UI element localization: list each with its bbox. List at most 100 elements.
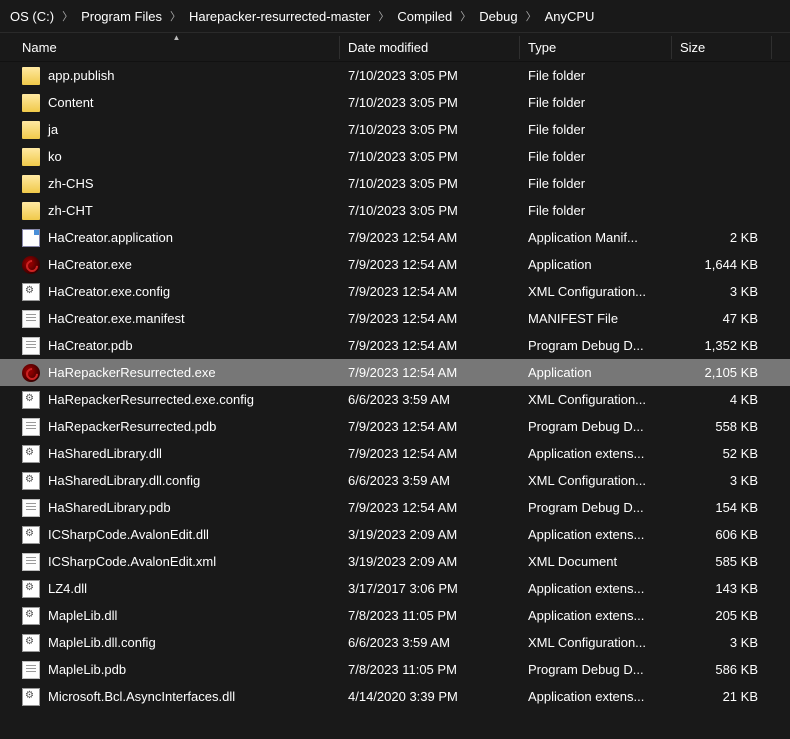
file-type-cell: Application xyxy=(520,365,672,380)
file-row[interactable]: ko7/10/2023 3:05 PMFile folder xyxy=(0,143,790,170)
file-date-cell: 3/17/2017 3:06 PM xyxy=(340,581,520,596)
file-size-cell: 1,644 KB xyxy=(672,257,772,272)
config-icon xyxy=(22,634,40,652)
file-type-cell: Application extens... xyxy=(520,581,672,596)
file-type-cell: File folder xyxy=(520,68,672,83)
file-row[interactable]: HaCreator.exe.manifest7/9/2023 12:54 AMM… xyxy=(0,305,790,332)
breadcrumb[interactable]: OS (C:)〉Program Files〉Harepacker-resurre… xyxy=(0,0,790,32)
config-icon xyxy=(22,580,40,598)
breadcrumb-segment[interactable]: Compiled xyxy=(391,7,458,26)
breadcrumb-segment[interactable]: Program Files xyxy=(75,7,168,26)
file-row[interactable]: zh-CHT7/10/2023 3:05 PMFile folder xyxy=(0,197,790,224)
folder-icon xyxy=(22,175,40,193)
file-row[interactable]: HaRepackerResurrected.exe.config6/6/2023… xyxy=(0,386,790,413)
file-icon xyxy=(22,418,40,436)
file-date-cell: 7/9/2023 12:54 AM xyxy=(340,365,520,380)
file-date-cell: 6/6/2023 3:59 AM xyxy=(340,392,520,407)
file-row[interactable]: HaRepackerResurrected.pdb7/9/2023 12:54 … xyxy=(0,413,790,440)
column-header-date[interactable]: Date modified xyxy=(340,36,520,59)
file-type-cell: Program Debug D... xyxy=(520,500,672,515)
file-name-cell: HaSharedLibrary.dll.config xyxy=(14,472,340,490)
file-row[interactable]: LZ4.dll 3/17/2017 3:06 PMApplication exte… xyxy=(0,575,790,602)
column-header-type[interactable]: Type xyxy=(520,36,672,59)
file-name-label: LZ4.dll xyxy=(48,581,87,596)
exe-red-icon xyxy=(22,364,40,382)
file-type-cell: File folder xyxy=(520,176,672,191)
file-row[interactable]: HaSharedLibrary.dll.config6/6/2023 3:59 … xyxy=(0,467,790,494)
file-row[interactable]: HaSharedLibrary.pdb 7/9/2023 12:54 AMProg… xyxy=(0,494,790,521)
file-row[interactable]: HaCreator.application7/9/2023 12:54 AMAp… xyxy=(0,224,790,251)
column-header-row: Name ▲ Date modified Type Size xyxy=(0,32,790,62)
file-icon xyxy=(22,661,40,679)
file-type-cell: Program Debug D... xyxy=(520,338,672,353)
file-row[interactable]: ICSharpCode.AvalonEdit.dll 3/19/2023 2:09… xyxy=(0,521,790,548)
breadcrumb-segment[interactable]: Harepacker-resurrected-master xyxy=(183,7,376,26)
file-size-cell: 52 KB xyxy=(672,446,772,461)
file-size-cell: 3 KB xyxy=(672,284,772,299)
file-date-cell: 7/9/2023 12:54 AM xyxy=(340,338,520,353)
breadcrumb-segment[interactable]: Debug xyxy=(473,7,523,26)
file-date-cell: 7/9/2023 12:54 AM xyxy=(340,230,520,245)
chevron-right-icon: 〉 xyxy=(168,8,183,24)
column-label: Type xyxy=(528,40,556,55)
file-row[interactable]: ICSharpCode.AvalonEdit.xml3/19/2023 2:09… xyxy=(0,548,790,575)
file-row[interactable]: MapleLib.dll7/8/2023 11:05 PMApplication… xyxy=(0,602,790,629)
column-header-size[interactable]: Size xyxy=(672,36,772,59)
file-name-cell: MapleLib.dll xyxy=(14,607,340,625)
config-icon xyxy=(22,283,40,301)
file-date-cell: 3/19/2023 2:09 AM xyxy=(340,527,520,542)
breadcrumb-segment[interactable]: OS (C:) xyxy=(4,7,60,26)
file-row[interactable]: zh-CHS7/10/2023 3:05 PMFile folder xyxy=(0,170,790,197)
file-name-label: ICSharpCode.AvalonEdit.xml xyxy=(48,554,216,569)
file-row[interactable]: app.publish7/10/2023 3:05 PMFile folder xyxy=(0,62,790,89)
file-date-cell: 7/9/2023 12:54 AM xyxy=(340,500,520,515)
breadcrumb-segment[interactable]: AnyCPU xyxy=(539,7,601,26)
file-size-cell: 1,352 KB xyxy=(672,338,772,353)
file-row[interactable]: HaCreator.exe7/9/2023 12:54 AMApplicatio… xyxy=(0,251,790,278)
file-row[interactable]: HaRepackerResurrected.exe 7/9/2023 12:54 … xyxy=(0,359,790,386)
column-header-name[interactable]: Name ▲ xyxy=(14,36,340,59)
file-name-label: HaRepackerResurrected.exe xyxy=(48,365,216,380)
file-date-cell: 7/10/2023 3:05 PM xyxy=(340,203,520,218)
file-row[interactable]: HaCreator.exe.config 7/9/2023 12:54 AMXML… xyxy=(0,278,790,305)
file-name-label: MapleLib.pdb xyxy=(48,662,126,677)
file-name-label: ICSharpCode.AvalonEdit.dll xyxy=(48,527,209,542)
file-icon xyxy=(22,499,40,517)
file-date-cell: 7/10/2023 3:05 PM xyxy=(340,95,520,110)
file-name-label: ko xyxy=(48,149,62,164)
file-name-cell: HaCreator.exe xyxy=(14,256,340,274)
file-name-cell: HaCreator.pdb xyxy=(14,337,340,355)
folder-icon xyxy=(22,202,40,220)
file-date-cell: 7/9/2023 12:54 AM xyxy=(340,446,520,461)
file-name-label: HaCreator.exe.config xyxy=(48,284,170,299)
file-name-cell: HaRepackerResurrected.exe.config xyxy=(14,391,340,409)
file-row[interactable]: ja7/10/2023 3:05 PMFile folder xyxy=(0,116,790,143)
file-date-cell: 7/9/2023 12:54 AM xyxy=(340,311,520,326)
file-row[interactable]: MapleLib.dll.config6/6/2023 3:59 AMXML C… xyxy=(0,629,790,656)
file-name-cell: HaRepackerResurrected.exe xyxy=(14,364,340,382)
file-name-cell: ICSharpCode.AvalonEdit.xml xyxy=(14,553,340,571)
file-list[interactable]: app.publish7/10/2023 3:05 PMFile folderC… xyxy=(0,62,790,739)
file-size-cell: 2 KB xyxy=(672,230,772,245)
file-type-cell: File folder xyxy=(520,122,672,137)
file-date-cell: 7/8/2023 11:05 PM xyxy=(340,662,520,677)
file-type-cell: XML Configuration... xyxy=(520,284,672,299)
file-row[interactable]: HaCreator.pdb7/9/2023 12:54 AMProgram De… xyxy=(0,332,790,359)
file-name-cell: HaCreator.exe.config xyxy=(14,283,340,301)
file-row[interactable]: Content7/10/2023 3:05 PMFile folder xyxy=(0,89,790,116)
file-name-label: HaSharedLibrary.pdb xyxy=(48,500,171,515)
file-date-cell: 7/9/2023 12:54 AM xyxy=(340,284,520,299)
file-name-label: ja xyxy=(48,122,58,137)
file-type-cell: Application Manif... xyxy=(520,230,672,245)
file-date-cell: 7/10/2023 3:05 PM xyxy=(340,176,520,191)
file-row[interactable]: HaSharedLibrary.dll7/9/2023 12:54 AMAppl… xyxy=(0,440,790,467)
config-icon xyxy=(22,472,40,490)
file-row[interactable]: MapleLib.pdb7/8/2023 11:05 PMProgram Deb… xyxy=(0,656,790,683)
file-row[interactable]: Microsoft.Bcl.AsyncInterfaces.dll4/14/20… xyxy=(0,683,790,710)
file-size-cell: 143 KB xyxy=(672,581,772,596)
exe-red-icon xyxy=(22,256,40,274)
file-size-cell: 47 KB xyxy=(672,311,772,326)
file-type-cell: Application xyxy=(520,257,672,272)
config-icon xyxy=(22,688,40,706)
file-name-label: HaSharedLibrary.dll.config xyxy=(48,473,200,488)
